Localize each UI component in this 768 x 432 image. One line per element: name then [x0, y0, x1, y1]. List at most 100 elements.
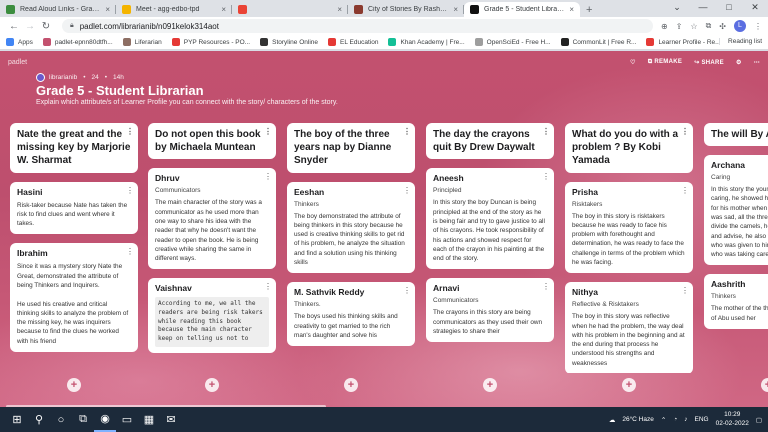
windows-store-icon[interactable]: ▦: [138, 407, 160, 432]
post-card[interactable]: Nithya ⋮ Reflective & Risktakers The boy in…: [565, 282, 693, 373]
post-menu-icon[interactable]: ⋮: [126, 248, 134, 256]
column-heading[interactable]: The boy of the three years nap by Dianne…: [287, 123, 415, 173]
heart-icon[interactable]: ♡: [630, 59, 636, 66]
reload-icon[interactable]: ↻: [38, 21, 54, 32]
post-card[interactable]: M. Sathvik Reddy ⋮ Thinkers. The boys used …: [287, 282, 415, 347]
chrome-icon[interactable]: ◉: [94, 407, 116, 432]
add-post-button[interactable]: +: [205, 378, 219, 392]
weather-icon[interactable]: ☁: [609, 416, 616, 424]
post-card[interactable]: Dhruv ⋮ Communicators The main character of…: [148, 168, 276, 270]
windows-start-icon[interactable]: ⊞: [6, 407, 28, 432]
install-icon[interactable]: ⊕: [661, 22, 668, 31]
network-icon[interactable]: ◔: [673, 416, 677, 423]
window-control-button[interactable]: —: [690, 0, 716, 15]
post-menu-icon[interactable]: ⋮: [126, 186, 134, 195]
column-menu-icon[interactable]: ⋮: [542, 128, 550, 136]
post-menu-icon[interactable]: ⋮: [403, 186, 411, 195]
column-heading[interactable]: The day the crayons quit By Drew Daywalt…: [426, 123, 554, 160]
lock-icon[interactable]: 🔒︎: [70, 22, 74, 30]
post-card[interactable]: Hasini ⋮ Risk-taker because Nate has taken…: [10, 181, 138, 235]
post-author: Aneesh: [433, 173, 464, 184]
search-icon[interactable]: ⚲: [28, 407, 50, 432]
forward-icon[interactable]: →: [22, 21, 38, 32]
column-heading[interactable]: Do not open this book by Michaela Muntea…: [148, 123, 276, 160]
cortana-icon[interactable]: ○: [50, 407, 72, 432]
column-heading[interactable]: The will By Ananya⋮: [704, 123, 768, 147]
puzzle-icon[interactable]: ✣: [719, 22, 726, 31]
tab-close-icon[interactable]: ×: [569, 5, 574, 14]
tab-close-icon[interactable]: ×: [337, 5, 342, 14]
column-menu-icon[interactable]: ⋮: [681, 128, 689, 136]
settings-gear-icon[interactable]: ⚙: [736, 59, 742, 66]
post-menu-icon[interactable]: ⋮: [681, 186, 689, 195]
profile-avatar[interactable]: L: [734, 20, 746, 32]
tab-close-icon[interactable]: ×: [105, 5, 110, 14]
post-card[interactable]: Ibrahim ⋮ Since it was a mystery story Nat…: [10, 243, 138, 352]
window-control-button[interactable]: ✕: [742, 0, 768, 15]
back-icon[interactable]: ←: [6, 21, 22, 32]
weather-text[interactable]: 26°C Haze: [622, 416, 654, 423]
column-heading[interactable]: What do you do with a problem ? By Kobi …: [565, 123, 693, 173]
post-card[interactable]: Prisha ⋮ Risktakers The boy in this story i…: [565, 181, 693, 274]
language-indicator[interactable]: ENG: [695, 416, 709, 423]
bookmark-item[interactable]: Storyline Online: [260, 38, 318, 46]
add-post-button[interactable]: +: [344, 378, 358, 392]
bookmark-item[interactable]: Learner Profile - Re...: [646, 38, 721, 46]
post-card[interactable]: Aneesh ⋮ Principled In this story the boy D…: [426, 168, 554, 270]
teams-icon[interactable]: ✉: [160, 407, 182, 432]
reading-list-button[interactable]: Reading list: [719, 38, 762, 45]
add-post-button[interactable]: +: [67, 378, 81, 392]
menu-kebab-icon[interactable]: ⋮: [754, 22, 762, 31]
post-menu-icon[interactable]: ⋮: [542, 173, 550, 181]
tray-chevron-icon[interactable]: ⌃: [661, 416, 666, 424]
share-button[interactable]: ↪ SHARE: [694, 59, 724, 66]
file-explorer-icon[interactable]: ▭: [116, 407, 138, 432]
post-menu-icon[interactable]: ⋮: [264, 283, 272, 291]
post-card[interactable]: Vaishnav ⋮ According to me, we all the rea…: [148, 278, 276, 353]
address-bar[interactable]: 🔒︎ padlet.com/librarianib/n091kelok314ao…: [62, 19, 653, 33]
tab-close-icon[interactable]: ×: [453, 5, 458, 14]
bookmark-item[interactable]: OpenSciEd - Free H...: [474, 38, 551, 46]
more-icon[interactable]: ⋯: [754, 59, 760, 66]
bookmark-item[interactable]: Liferarian: [122, 38, 162, 46]
clock[interactable]: 10:29 02-02-2022: [716, 411, 749, 427]
post-card[interactable]: Archana⋮CaringIn this story the youngest…: [704, 155, 768, 266]
column-heading[interactable]: Nate the great and the missing key by Ma…: [10, 123, 138, 173]
browser-tab[interactable]: Read Aloud Links - Grades 3 to 5 ×: [0, 2, 116, 17]
tab-close-icon[interactable]: ×: [221, 5, 226, 14]
bookmark-item[interactable]: Apps: [6, 38, 33, 46]
column-menu-icon[interactable]: ⋮: [126, 128, 134, 136]
bookmark-item[interactable]: padlet-epnn80dtfh...: [42, 38, 113, 46]
post-menu-icon[interactable]: ⋮: [542, 283, 550, 291]
post-card[interactable]: Aashrith⋮ThinkersThe mother of the three…: [704, 274, 768, 329]
add-post-button[interactable]: +: [483, 378, 497, 392]
post-menu-icon[interactable]: ⋮: [681, 287, 689, 295]
new-tab-button[interactable]: +: [586, 4, 592, 16]
task-view-icon[interactable]: ⧉: [72, 407, 94, 432]
bookmark-star-icon[interactable]: ☆: [690, 22, 697, 31]
browser-tab[interactable]: Meet - agg-edbo-tpd ×: [116, 2, 232, 17]
window-control-button[interactable]: □: [716, 0, 742, 15]
window-control-button[interactable]: ⌄: [664, 0, 690, 15]
browser-tab[interactable]: Grade 5 - Student Librarian ×: [464, 2, 580, 17]
bookmark-item[interactable]: EL Education: [328, 38, 378, 46]
extensions-icon[interactable]: ⧉: [706, 21, 712, 31]
bookmark-item[interactable]: CommonLit | Free R...: [560, 38, 636, 46]
post-card[interactable]: Eeshan ⋮ Thinkers The boy demonstrated the …: [287, 181, 415, 274]
padlet-logo[interactable]: padlet: [8, 59, 27, 66]
add-post-button[interactable]: +: [761, 378, 768, 392]
browser-tab[interactable]: ×: [232, 2, 348, 17]
bookmark-item[interactable]: PYP Resources - PO...: [171, 38, 250, 46]
post-menu-icon[interactable]: ⋮: [264, 173, 272, 181]
column-menu-icon[interactable]: ⋮: [403, 128, 411, 136]
add-post-button[interactable]: +: [622, 378, 636, 392]
post-card[interactable]: Arnavi ⋮ Communicators The crayons in this …: [426, 278, 554, 343]
volume-icon[interactable]: ♪: [684, 416, 687, 423]
browser-tab[interactable]: City of Stories By Rashmini Banerji ×: [348, 2, 464, 17]
bookmark-item[interactable]: Khan Academy | Fre...: [388, 38, 465, 46]
column-menu-icon[interactable]: ⋮: [264, 128, 272, 136]
remake-button[interactable]: ⧉ REMAKE: [648, 59, 682, 66]
notification-icon[interactable]: ▢: [756, 416, 762, 424]
post-menu-icon[interactable]: ⋮: [403, 287, 411, 295]
share-page-icon[interactable]: ⇪: [676, 22, 683, 31]
